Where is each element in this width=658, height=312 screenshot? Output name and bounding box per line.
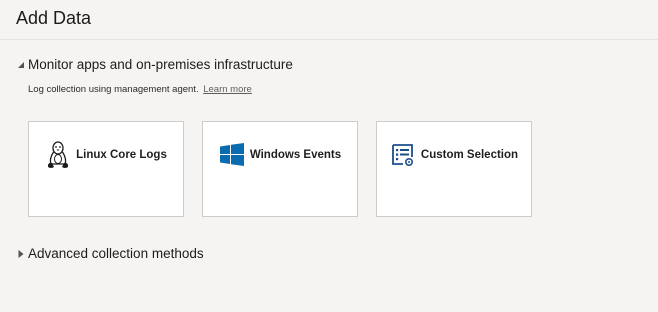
card-label: Windows Events [249, 149, 342, 161]
section-advanced-collection-toggle[interactable]: Advanced collection methods [16, 246, 204, 261]
windows-events-card[interactable]: Windows Events [202, 121, 358, 217]
card-content: Custom Selection [377, 140, 531, 170]
section-title: Monitor apps and on-premises infrastruct… [28, 57, 293, 72]
linux-penguin-icon [45, 140, 71, 170]
page-title: Add Data [16, 8, 92, 28]
linux-core-logs-card[interactable]: Linux Core Logs [28, 121, 184, 217]
triangle-collapsed-icon [16, 249, 26, 259]
page-header: Add Data [0, 0, 658, 40]
section-description: Log collection using management agent. L… [28, 84, 252, 95]
card-label: Linux Core Logs [76, 149, 167, 161]
card-label: Custom Selection [420, 149, 519, 161]
learn-more-link[interactable]: Learn more [203, 84, 252, 95]
section-monitor-apps-toggle[interactable]: Monitor apps and on-premises infrastruct… [16, 57, 293, 72]
add-data-page: Add Data Monitor apps and on-premises in… [0, 0, 658, 312]
card-content: Windows Events [203, 140, 357, 170]
description-text: Log collection using management agent. [28, 84, 199, 95]
custom-selection-card[interactable]: Custom Selection [376, 121, 532, 217]
triangle-expanded-icon [16, 60, 26, 70]
custom-selection-icon [390, 140, 416, 170]
windows-logo-icon [219, 140, 245, 170]
card-content: Linux Core Logs [29, 140, 183, 170]
section-title: Advanced collection methods [28, 246, 204, 261]
